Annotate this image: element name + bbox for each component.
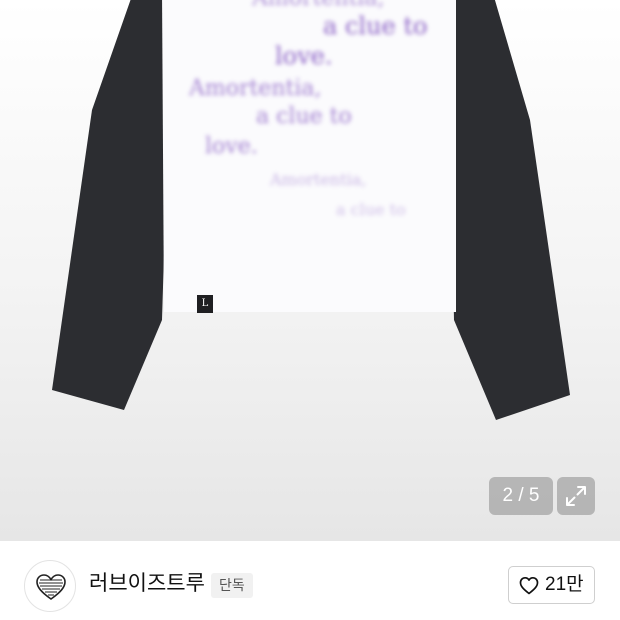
like-button[interactable]: 21만 — [508, 566, 595, 604]
print-line: a clue to — [336, 200, 406, 219]
exclusive-badge: 단독 — [211, 573, 253, 598]
right-sleeve — [448, 0, 570, 420]
brand-logo[interactable] — [24, 560, 76, 612]
expand-icon — [566, 486, 586, 506]
print-line: Amortentia, — [252, 0, 385, 11]
print-line: love. — [205, 134, 258, 159]
print-line: a clue to — [323, 12, 428, 40]
brand-heart-logo — [36, 574, 66, 600]
heart-outline-icon — [519, 576, 539, 595]
print-line: Amortentia, — [270, 170, 367, 189]
shop-name[interactable]: 러브이즈트루 — [89, 571, 205, 597]
seller-row[interactable]: 러브이즈트루 단독 21만 — [0, 541, 620, 620]
print-line: a clue to — [256, 104, 352, 129]
print-line: love. — [275, 42, 333, 70]
product-image[interactable]: Amortentia, a clue to love. Amortentia, … — [0, 0, 620, 541]
expand-button[interactable] — [557, 477, 595, 515]
left-sleeve — [52, 0, 172, 410]
shirt-tag: L — [197, 295, 213, 313]
like-count: 21만 — [545, 574, 584, 595]
print-line: Amortentia, — [189, 76, 322, 101]
image-counter: 2 / 5 — [489, 477, 553, 515]
